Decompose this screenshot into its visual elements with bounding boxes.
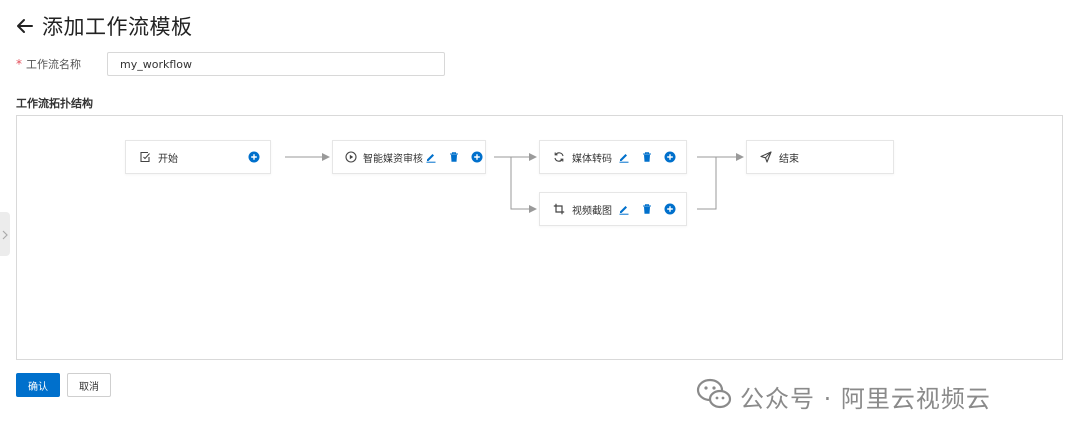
arrow-left-icon[interactable] [14, 15, 36, 37]
delete-icon[interactable] [639, 201, 655, 217]
edit-icon[interactable] [616, 201, 632, 217]
node-snapshot[interactable]: 视频截图 [539, 192, 687, 226]
watermark: 公众号 · 阿里云视频云 [696, 378, 991, 414]
delete-icon[interactable] [639, 149, 655, 165]
required-mark: * [16, 57, 22, 71]
node-label: 智能媒资审核 [363, 153, 423, 165]
side-collapse-tab[interactable] [0, 212, 10, 256]
edit-icon[interactable] [616, 149, 632, 165]
send-icon [759, 150, 773, 164]
edit-icon[interactable] [423, 149, 439, 165]
node-transcode[interactable]: 媒体转码 [539, 140, 687, 174]
node-smart-review[interactable]: 智能媒资审核 [332, 140, 486, 174]
node-label: 开始 [158, 153, 178, 165]
chevron-right-icon [2, 225, 8, 244]
topology-section-title: 工作流拓扑结构 [16, 97, 93, 110]
confirm-button[interactable]: 确认 [16, 373, 60, 397]
delete-icon[interactable] [446, 149, 462, 165]
wechat-icon [696, 378, 732, 414]
add-icon[interactable] [662, 149, 678, 165]
page-title: 添加工作流模板 [42, 15, 193, 39]
workflow-name-label-row: * 工作流名称 [16, 52, 81, 76]
cancel-button[interactable]: 取消 [67, 373, 111, 397]
node-label: 视频截图 [572, 205, 612, 217]
node-start[interactable]: 开始 [125, 140, 271, 174]
edit-square-icon [138, 150, 152, 164]
play-circle-icon [345, 150, 357, 164]
add-icon[interactable] [469, 149, 485, 165]
node-label: 媒体转码 [572, 153, 612, 165]
add-icon[interactable] [246, 149, 262, 165]
watermark-text: 公众号 · 阿里云视频云 [740, 384, 991, 413]
crop-icon [552, 202, 566, 216]
workflow-name-label: 工作流名称 [26, 58, 81, 71]
workflow-name-input[interactable] [107, 52, 445, 76]
sync-icon [552, 150, 566, 164]
node-label: 结束 [779, 153, 799, 165]
node-end[interactable]: 结束 [746, 140, 894, 174]
add-icon[interactable] [662, 201, 678, 217]
page-header: 添加工作流模板 [14, 10, 193, 42]
